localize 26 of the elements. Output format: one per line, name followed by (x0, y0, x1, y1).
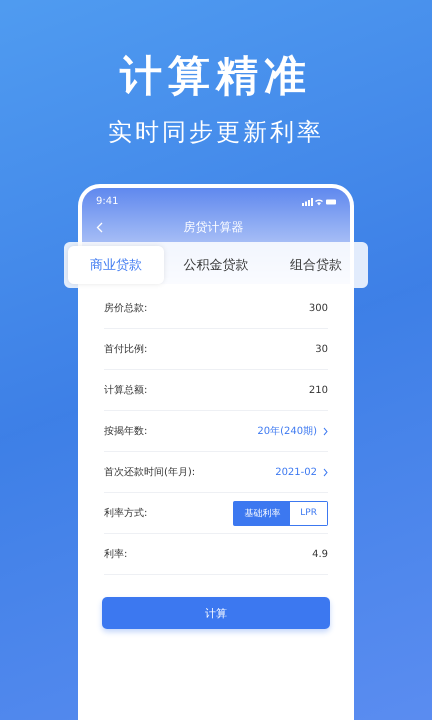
row-value: 4.9 (312, 548, 328, 560)
subheadline: 实时同步更新利率 (108, 117, 324, 148)
status-time: 9:41 (96, 196, 118, 207)
row-label: 房价总款: (104, 302, 148, 315)
screen-title: 房贷计算器 (182, 219, 244, 236)
back-icon[interactable] (96, 222, 103, 233)
loan-tab[interactable]: 商业贷款 (68, 246, 164, 284)
row-value: 30 (315, 344, 328, 354)
row-value: 300 (308, 302, 328, 314)
row-label: 计算总额: (104, 384, 148, 397)
row-label: 利率: (104, 548, 128, 561)
chevron-icon (323, 468, 328, 476)
loan-tab[interactable]: 公积金贷款 (168, 246, 264, 284)
row-label: 利率方式: (104, 506, 148, 520)
calculate-button[interactable]: 计算 (102, 597, 330, 629)
status-icons (302, 198, 336, 206)
row-value: 210 (308, 384, 328, 396)
row-select[interactable]: 2021-02 (275, 466, 328, 478)
chevron-icon (323, 426, 328, 436)
row-select[interactable]: 20年(240期) (257, 424, 328, 438)
loan-tab[interactable]: 组合贷款 (268, 246, 364, 284)
headline: 计算精准 (120, 50, 312, 102)
row-label: 首付比例: (104, 342, 148, 356)
rate-option[interactable]: 基础利率 (234, 502, 290, 524)
row-label: 按揭年数: (104, 424, 148, 438)
row-label: 首次还款时间(年月): (104, 466, 196, 479)
